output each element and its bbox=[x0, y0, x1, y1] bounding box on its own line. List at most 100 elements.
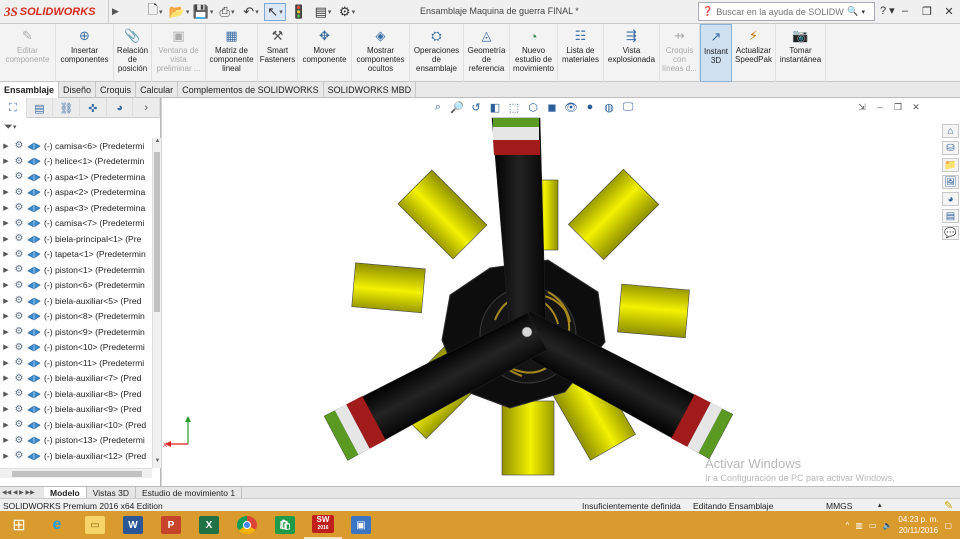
notifications-icon[interactable]: ▢ bbox=[944, 521, 952, 530]
tree-item[interactable]: ▶ ⚙ (-) biela-auxiliar<8> (Pred bbox=[0, 386, 152, 402]
tree-item[interactable]: ▶ ⚙ (-) piston<13> (Predetermi bbox=[0, 433, 152, 449]
tab-navigation-arrows[interactable]: ◀◀ ◀ ▶ ▶▶ bbox=[0, 487, 44, 499]
property-manager-tab-icon[interactable]: ▤ bbox=[27, 98, 54, 118]
excel-taskbar[interactable]: X bbox=[190, 511, 228, 539]
tree-item[interactable]: ▶ ⚙ (-) piston<11> (Predetermi bbox=[0, 355, 152, 371]
tree-item[interactable]: ▶ ⚙ (-) biela-principal<1> (Pre bbox=[0, 231, 152, 247]
solidworks-logo[interactable]: 3S SOLIDWORKS bbox=[0, 0, 108, 24]
minimize-icon[interactable]: – bbox=[894, 0, 916, 22]
bottom-tab-vistas-3d[interactable]: Vistas 3D bbox=[87, 486, 136, 499]
search-icon[interactable]: 🔍 bbox=[847, 6, 858, 17]
menu-expand-arrow[interactable]: ▶ bbox=[108, 0, 122, 24]
tab-diseño[interactable]: Diseño bbox=[59, 82, 97, 98]
tab-calcular[interactable]: Calcular bbox=[136, 82, 179, 98]
tree-item[interactable]: ▶ ⚙ (-) camisa<7> (Predetermi bbox=[0, 216, 152, 232]
battery-icon[interactable]: ▭ bbox=[869, 521, 877, 530]
save-icon[interactable]: 💾 ▾ bbox=[192, 3, 214, 21]
help-search-input[interactable] bbox=[716, 6, 845, 17]
unit-system[interactable]: MMGS bbox=[826, 501, 852, 511]
print-icon[interactable]: ⎙ ▾ bbox=[216, 3, 238, 21]
ribbon-button-insert-components[interactable]: ⊕ Insertar componentes bbox=[56, 24, 114, 82]
expand-arrow-icon[interactable]: ▶ bbox=[0, 266, 12, 274]
ribbon-button-exploded-view[interactable]: ⇶ Vista explosionada bbox=[604, 24, 660, 82]
expand-arrow-icon[interactable]: ▶ bbox=[0, 312, 12, 320]
help-question-icon[interactable]: ? ▾ bbox=[880, 4, 895, 17]
tree-item[interactable]: ▶ ⚙ (-) biela-auxiliar<12> (Pred bbox=[0, 448, 152, 464]
expand-arrow-icon[interactable]: ▶ bbox=[0, 436, 12, 444]
scroll-down-arrow[interactable]: ▼ bbox=[153, 458, 162, 468]
expand-arrow-icon[interactable]: ▶ bbox=[0, 390, 12, 398]
scroll-thumb[interactable] bbox=[154, 152, 160, 312]
photos-taskbar[interactable]: ▣ bbox=[342, 511, 380, 539]
options-gear-icon[interactable]: ⚙ ▾ bbox=[336, 3, 358, 21]
ribbon-button-motion-study[interactable]: ◔ Nuevo estudio de movimiento bbox=[510, 24, 558, 82]
expand-arrow-icon[interactable]: ▶ bbox=[0, 204, 12, 212]
ie-taskbar[interactable]: e bbox=[38, 511, 76, 539]
volume-icon[interactable]: 🔈 bbox=[882, 521, 892, 530]
tree-item[interactable]: ▶ ⚙ (-) biela-auxiliar<10> (Pred bbox=[0, 417, 152, 433]
chrome-taskbar[interactable] bbox=[228, 511, 266, 539]
tab-ensamblaje[interactable]: Ensamblaje bbox=[0, 82, 60, 98]
ribbon-button-smart-fasteners[interactable]: ⚒ Smart Fasteners bbox=[258, 24, 298, 82]
bottom-tab-modelo[interactable]: Modelo bbox=[44, 486, 87, 499]
tree-item[interactable]: ▶ ⚙ (-) piston<1> (Predetermin bbox=[0, 262, 152, 278]
tree-item[interactable]: ▶ ⚙ (-) aspa<2> (Predetermina bbox=[0, 185, 152, 201]
expand-arrow-icon[interactable]: ▶ bbox=[0, 452, 12, 460]
undo-icon[interactable]: ↶ ▾ bbox=[240, 3, 262, 21]
tree-item[interactable]: ▶ ⚙ (-) biela-auxiliar<7> (Pred bbox=[0, 371, 152, 387]
ribbon-button-speedpak[interactable]: ⚡ Actualizar SpeedPak bbox=[732, 24, 776, 82]
tree-item[interactable]: ▶ ⚙ (-) tapeta<1> (Predetermin bbox=[0, 247, 152, 263]
tree-item[interactable]: ▶ ⚙ (-) piston<10> (Predetermi bbox=[0, 340, 152, 356]
ribbon-button-snapshot[interactable]: 📷 Tomar instantánea bbox=[776, 24, 826, 82]
expand-arrow-icon[interactable]: ▶ bbox=[0, 173, 12, 181]
expand-arrow-icon[interactable]: ▶ bbox=[0, 297, 12, 305]
panel-expand-arrow[interactable]: › bbox=[133, 98, 161, 118]
file-properties-icon[interactable]: ▤ ▾ bbox=[312, 3, 334, 21]
dimxpert-tab-icon[interactable]: ✜ bbox=[80, 98, 107, 118]
help-search-box[interactable]: ❓ 🔍 ▾ bbox=[698, 2, 875, 21]
new-document-icon[interactable]: 🗋 ▾ bbox=[144, 2, 166, 21]
scroll-up-arrow[interactable]: ▲ bbox=[153, 138, 162, 148]
tree-item[interactable]: ▶ ⚙ (-) biela-auxiliar<5> (Pred bbox=[0, 293, 152, 309]
graphics-viewport[interactable]: ⌕ 🔎 ↺ ◧ ⬚ ⬡ ◼ 👁 ● ◍ 🖵 ⇲ – ❐ ✕ ⌂ ⛁ 📁 🖼 ◕ … bbox=[162, 98, 960, 486]
tree-item[interactable]: ▶ ⚙ (-) piston<6> (Predetermin bbox=[0, 278, 152, 294]
ribbon-button-linear-pattern[interactable]: ▦ Matriz de componente lineal bbox=[206, 24, 258, 82]
explorer-taskbar[interactable]: ▭ bbox=[76, 511, 114, 539]
expand-arrow-icon[interactable]: ▶ bbox=[0, 142, 12, 150]
ribbon-button-instant3d[interactable]: ↗ Instant 3D bbox=[700, 24, 732, 82]
traffic-light-rebuild-icon[interactable]: 🚦 bbox=[288, 3, 310, 21]
expand-arrow-icon[interactable]: ▶ bbox=[0, 405, 12, 413]
ribbon-button-edit-component[interactable]: ✎ Editar componente bbox=[0, 24, 56, 82]
tree-item[interactable]: ▶ ⚙ (-) biela-auxiliar<9> (Pred bbox=[0, 402, 152, 418]
solidworks-taskbar[interactable]: SW 2016 bbox=[304, 511, 342, 539]
tree-vertical-scrollbar[interactable]: ▲ ▼ bbox=[152, 138, 161, 468]
ribbon-button-explode-sketch[interactable]: ⇸ Croquis con líneas d... bbox=[660, 24, 700, 82]
expand-arrow-icon[interactable]: ▶ bbox=[0, 281, 12, 289]
radial-engine-propeller-model[interactable] bbox=[162, 98, 960, 486]
expand-arrow-icon[interactable]: ▶ bbox=[0, 219, 12, 227]
expand-arrow-icon[interactable]: ▶ bbox=[0, 235, 12, 243]
restore-icon[interactable]: ❐ bbox=[916, 0, 938, 22]
ribbon-button-reference-geometry[interactable]: ◬ Geometría de referencia bbox=[464, 24, 510, 82]
ribbon-button-preview-window[interactable]: ▣ Ventana de vista preliminar ... bbox=[152, 24, 206, 82]
configuration-manager-tab-icon[interactable]: ⛓ bbox=[53, 98, 81, 118]
tab-croquis[interactable]: Croquis bbox=[96, 82, 137, 98]
expand-arrow-icon[interactable]: ▶ bbox=[0, 421, 12, 429]
display-manager-tab-icon[interactable]: ◕ bbox=[107, 98, 134, 118]
units-dropdown-icon[interactable]: ▴ bbox=[878, 501, 882, 509]
tree-item[interactable]: ▶ ⚙ (-) helice<1> (Predetermin bbox=[0, 154, 152, 170]
search-dropdown-icon[interactable]: ▾ bbox=[861, 8, 865, 16]
filter-icon[interactable]: ⏷ ▾ bbox=[0, 118, 160, 136]
expand-arrow-icon[interactable]: ▶ bbox=[0, 328, 12, 336]
open-document-icon[interactable]: 📂 ▾ bbox=[168, 3, 190, 21]
hscroll-thumb[interactable] bbox=[12, 471, 142, 477]
tree-item[interactable]: ▶ ⚙ (-) camisa<6> (Predetermi bbox=[0, 138, 152, 154]
close-icon[interactable]: ✕ bbox=[938, 0, 960, 22]
feature-tree-tab-icon[interactable]: ⛶ bbox=[0, 98, 27, 118]
network-icon[interactable]: ▥ bbox=[855, 521, 863, 530]
tree-item[interactable]: ▶ ⚙ (-) piston<8> (Predetermin bbox=[0, 309, 152, 325]
tray-overflow-icon[interactable]: ^ bbox=[846, 521, 850, 530]
expand-arrow-icon[interactable]: ▶ bbox=[0, 188, 12, 196]
tree-item[interactable]: ▶ ⚙ (-) aspa<3> (Predetermina bbox=[0, 200, 152, 216]
powerpoint-taskbar[interactable]: P bbox=[152, 511, 190, 539]
